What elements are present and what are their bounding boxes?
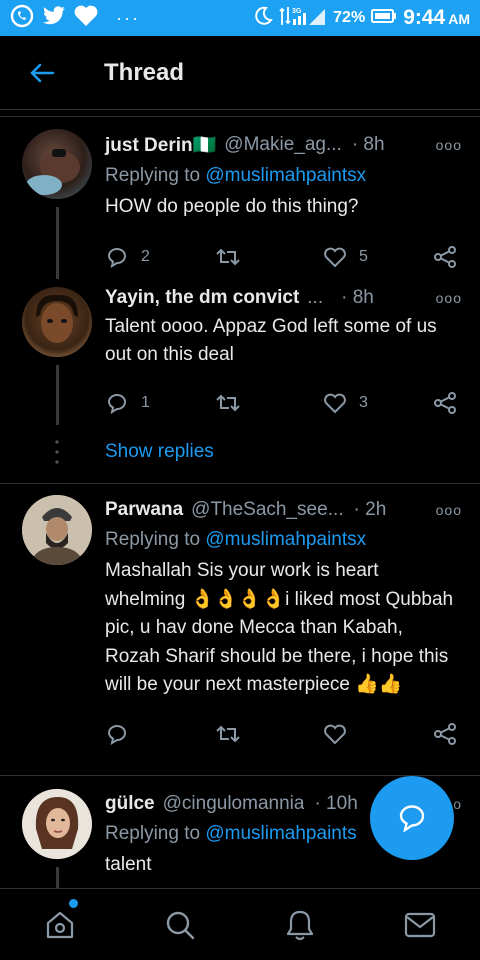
tweet-actions: 2 5 <box>105 245 462 269</box>
share-button[interactable] <box>433 391 457 415</box>
signal-icon: 3G <box>279 5 327 32</box>
reply-button[interactable]: 2 <box>105 246 215 268</box>
user-handle[interactable]: ... <box>307 287 323 309</box>
tweet-header: just Derin🇳🇬 @Makie_ag... · 8h ooo <box>105 133 462 157</box>
user-handle[interactable]: @TheSach_see... <box>191 499 343 521</box>
back-button[interactable] <box>12 36 72 110</box>
heart-icon <box>74 5 98 32</box>
reply-button[interactable] <box>105 723 215 745</box>
notifications-icon <box>286 910 314 940</box>
like-button[interactable]: 3 <box>323 392 433 414</box>
retweet-icon <box>216 248 240 266</box>
like-icon <box>324 393 346 414</box>
divider <box>0 483 480 484</box>
share-icon <box>434 246 456 268</box>
display-name[interactable]: gülce <box>105 793 155 815</box>
share-icon <box>434 722 456 745</box>
share-button[interactable] <box>433 245 457 269</box>
replying-to-label: Replying to <box>105 165 201 186</box>
like-count: 5 <box>359 248 368 265</box>
whatsapp-icon <box>10 4 34 33</box>
home-icon <box>46 911 74 938</box>
tweet-text: Mashallah Sis your work is heart whelmin… <box>105 560 454 695</box>
mention-link[interactable]: @muslimahpaintsx <box>205 529 366 550</box>
reply-button[interactable]: 1 <box>105 392 215 414</box>
tweet-text: Talent oooo. Appaz God left some of us o… <box>105 316 437 365</box>
clock: 9:44 AM <box>403 6 470 30</box>
user-handle[interactable]: @cingulomannia <box>163 793 305 815</box>
tweet-time: · 10h <box>314 793 358 814</box>
retweet-button[interactable] <box>215 246 323 268</box>
retweet-icon <box>216 394 240 412</box>
replying-to-label: Replying to <box>105 823 201 844</box>
retweet-button[interactable] <box>215 723 323 745</box>
tweet[interactable]: just Derin🇳🇬 @Makie_ag... · 8h ooo Reply… <box>0 133 480 269</box>
status-bar: ··· 3G 72% 9:44 AM <box>0 0 480 36</box>
clock-ampm: AM <box>448 11 470 27</box>
more-notifications-icon: ··· <box>116 7 140 28</box>
reply-count: 2 <box>141 248 150 265</box>
like-icon <box>324 247 346 268</box>
like-button[interactable]: 5 <box>323 246 433 268</box>
battery-percent: 72% <box>333 9 366 26</box>
battery-icon <box>371 8 397 29</box>
display-name[interactable]: just Derin🇳🇬 <box>105 133 216 157</box>
search-icon <box>166 911 195 939</box>
reply-count: 1 <box>141 394 150 411</box>
notification-dot <box>69 899 78 908</box>
tweet-time: · 8h <box>341 287 374 308</box>
bottom-navigation <box>0 888 480 960</box>
tweet-header: Yayin, the dm convict ... · 8h ooo <box>105 287 462 309</box>
twitter-icon <box>42 5 66 32</box>
replying-to: Replying to @muslimahpaintsx <box>105 529 462 551</box>
more-options-icon[interactable]: ooo <box>436 137 462 153</box>
tweet-text: HOW do people do this thing? <box>105 196 359 217</box>
nav-home[interactable] <box>0 889 120 960</box>
collapsed-replies-dots <box>55 439 59 470</box>
tweet-time: · 2h <box>353 499 387 520</box>
share-icon <box>434 392 456 414</box>
tweet[interactable]: Yayin, the dm convict ... · 8h ooo Talen… <box>0 287 480 415</box>
show-replies-link[interactable]: Show replies <box>105 441 214 463</box>
like-icon <box>324 724 346 744</box>
more-options-icon[interactable]: ooo <box>436 290 462 306</box>
share-button[interactable] <box>433 722 457 746</box>
like-count: 3 <box>359 394 368 411</box>
compose-reply-icon <box>399 805 425 832</box>
app-header: Thread <box>0 36 480 110</box>
page-title: Thread <box>104 58 185 86</box>
tweet[interactable]: Parwana @TheSach_see... · 2h ooo Replyin… <box>0 499 480 746</box>
back-arrow-icon <box>30 63 55 82</box>
tweet-actions: 1 3 <box>105 391 462 415</box>
clock-time: 9:44 <box>403 6 446 29</box>
retweet-icon <box>216 725 240 742</box>
messages-icon <box>404 912 436 937</box>
nav-notifications[interactable] <box>240 889 360 960</box>
more-options-icon[interactable]: ooo <box>436 502 462 518</box>
reply-icon <box>107 724 126 745</box>
replying-to-label: Replying to <box>105 529 201 550</box>
svg-text:3G: 3G <box>292 8 302 15</box>
tweet-actions <box>105 722 462 746</box>
reply-icon <box>107 248 126 268</box>
user-handle[interactable]: @Makie_ag... <box>224 134 342 156</box>
compose-reply-button[interactable] <box>370 776 454 860</box>
display-name[interactable]: Parwana <box>105 499 183 521</box>
replying-to: Replying to @muslimahpaintsx <box>105 165 462 187</box>
thread-timeline[interactable]: just Derin🇳🇬 @Makie_ag... · 8h ooo Reply… <box>0 116 480 888</box>
mention-link[interactable]: @muslimahpaintsx <box>205 165 366 186</box>
tweet-header: Parwana @TheSach_see... · 2h ooo <box>105 499 462 521</box>
nav-messages[interactable] <box>360 889 480 960</box>
mention-link[interactable]: @muslimahpaints <box>205 823 356 844</box>
retweet-button[interactable] <box>215 392 323 414</box>
reply-icon <box>107 394 126 414</box>
moon-icon <box>253 6 273 31</box>
like-button[interactable] <box>323 723 433 745</box>
display-name[interactable]: Yayin, the dm convict <box>105 287 299 309</box>
nav-search[interactable] <box>120 889 240 960</box>
tweet-time: · 8h <box>351 134 385 155</box>
